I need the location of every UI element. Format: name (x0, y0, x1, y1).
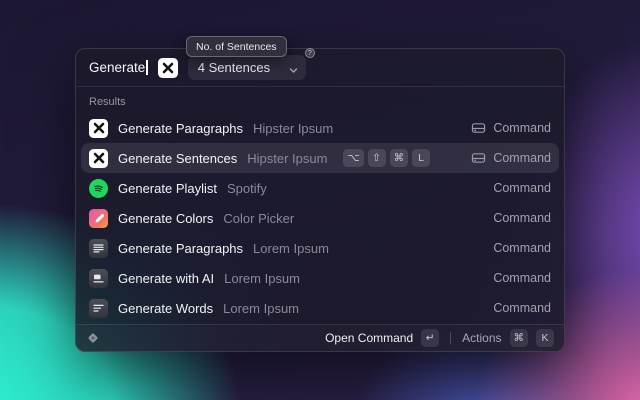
item-accessories: Command (493, 301, 551, 315)
item-accessories: Command (471, 121, 551, 135)
sentences-dropdown-value: 4 Sentences (198, 60, 270, 75)
item-subtitle: Hipster Ipsum (247, 151, 327, 166)
return-key: ↵ (421, 329, 439, 347)
item-subtitle: Spotify (227, 181, 267, 196)
spotify-icon (89, 179, 108, 198)
hard-drive-icon (471, 151, 486, 165)
item-type-label: Command (493, 271, 551, 285)
results-section-label: Results (89, 96, 551, 108)
item-subtitle: Lorem Ipsum (253, 241, 329, 256)
item-title: Generate Sentences (118, 151, 237, 166)
hard-drive-icon (471, 121, 486, 135)
item-accessories: Command (493, 181, 551, 195)
x-extension-icon (158, 58, 178, 78)
item-subtitle: Lorem Ipsum (223, 301, 299, 316)
item-title: Generate Playlist (118, 181, 217, 196)
desktop-background: Generate 4 Sentences ? Results (0, 0, 640, 400)
actions-button[interactable]: Actions (462, 331, 501, 345)
tooltip-text: No. of Sentences (196, 41, 277, 53)
search-input-value: Generate (89, 60, 145, 75)
option-key: ⌥ (343, 149, 363, 167)
item-type-label: Command (493, 121, 551, 135)
document-words-icon (89, 299, 108, 318)
launcher-window: Generate 4 Sentences ? Results (75, 48, 565, 352)
item-subtitle: Lorem Ipsum (224, 271, 300, 286)
item-subtitle: Color Picker (223, 211, 294, 226)
open-command-button[interactable]: Open Command (325, 331, 413, 345)
footer-divider (450, 332, 451, 344)
argument-dropdown-wrap: 4 Sentences ? (188, 55, 306, 80)
item-accessories: Command (493, 271, 551, 285)
list-item[interactable]: Generate with AI Lorem Ipsum Command (81, 263, 559, 293)
document-ai-icon (89, 269, 108, 288)
command-key: ⌘ (390, 149, 409, 167)
text-caret (146, 60, 148, 75)
item-type-label: Command (493, 241, 551, 255)
item-title: Generate Paragraphs (118, 241, 243, 256)
action-bar: Open Command ↵ Actions ⌘ K (76, 324, 564, 351)
x-extension-icon (89, 149, 108, 168)
list-item[interactable]: Generate Paragraphs Lorem Ipsum Command (81, 233, 559, 263)
shift-key: ⇧ (368, 149, 386, 167)
tooltip: No. of Sentences (186, 36, 287, 57)
chevron-down-icon (289, 63, 298, 78)
item-accessories: Command (493, 241, 551, 255)
list-item-selected[interactable]: Generate Sentences Hipster Ipsum ⌥ ⇧ ⌘ L… (81, 143, 559, 173)
search-bar: Generate 4 Sentences ? (76, 49, 564, 87)
item-type-label: Command (493, 301, 551, 315)
item-title: Generate Paragraphs (118, 121, 243, 136)
item-accessories: Command (471, 151, 551, 165)
help-icon[interactable]: ? (305, 48, 315, 58)
item-shortcut: ⌥ ⇧ ⌘ L (343, 149, 430, 167)
k-key: K (536, 329, 554, 347)
raycast-logo-icon (86, 331, 100, 345)
item-title: Generate Colors (118, 211, 213, 226)
item-type-label: Command (493, 181, 551, 195)
l-key: L (412, 149, 430, 167)
color-picker-icon (89, 209, 108, 228)
document-paragraphs-icon (89, 239, 108, 258)
command-key: ⌘ (510, 329, 529, 347)
item-type-label: Command (493, 211, 551, 225)
item-subtitle: Hipster Ipsum (253, 121, 333, 136)
list-item[interactable]: Generate Colors Color Picker Command (81, 203, 559, 233)
list-item[interactable]: Generate Playlist Spotify Command (81, 173, 559, 203)
item-type-label: Command (493, 151, 551, 165)
item-accessories: Command (493, 211, 551, 225)
item-title: Generate with AI (118, 271, 214, 286)
item-title: Generate Words (118, 301, 213, 316)
sentences-dropdown[interactable]: 4 Sentences ? (188, 55, 306, 80)
list-item[interactable]: Generate Words Lorem Ipsum Command (81, 293, 559, 323)
list-item[interactable]: Generate Paragraphs Hipster Ipsum Comman… (81, 113, 559, 143)
results-list: Generate Paragraphs Hipster Ipsum Comman… (76, 113, 564, 323)
search-input[interactable]: Generate (89, 60, 148, 75)
x-extension-icon (89, 119, 108, 138)
